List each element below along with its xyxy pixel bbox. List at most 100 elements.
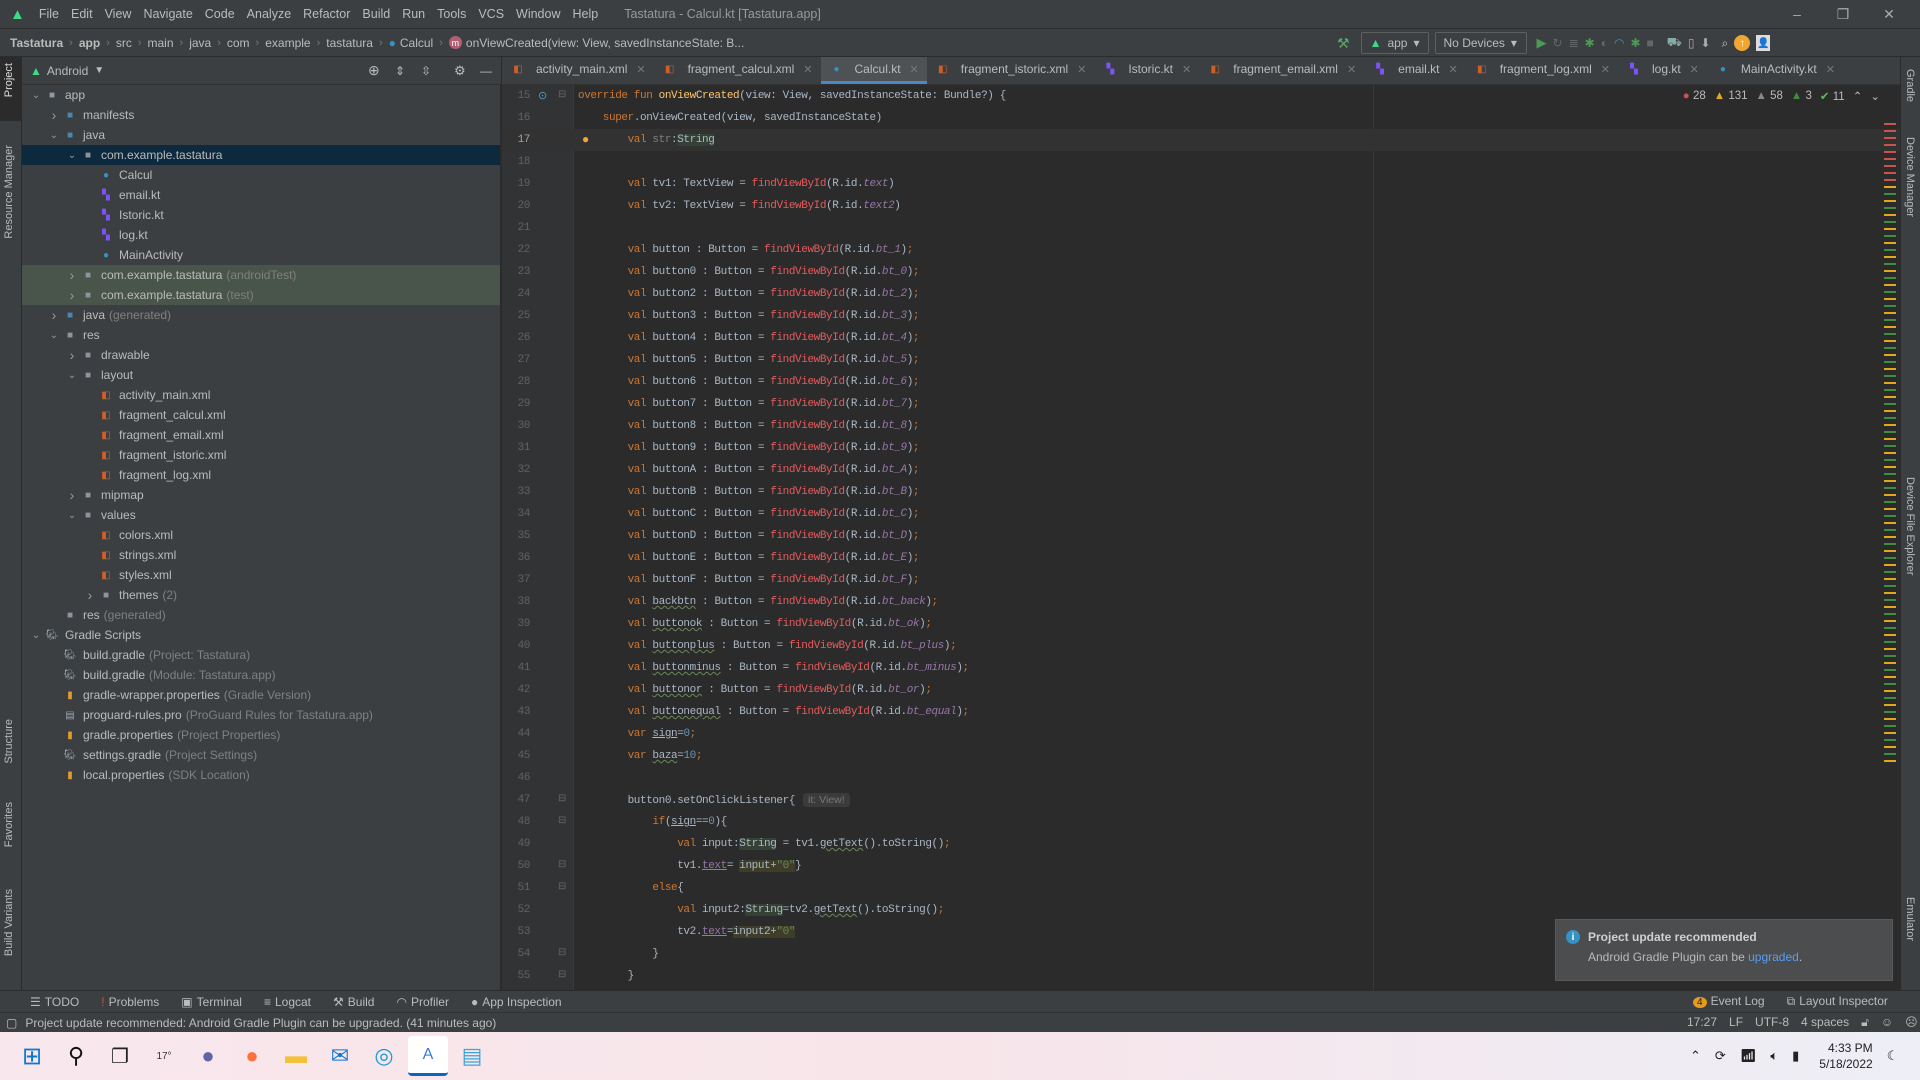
tree-item[interactable]: ⌄ 🐘︎ Gradle Scripts [22,625,500,645]
fold-icon[interactable]: ⊟ [558,969,566,980]
tree-item[interactable]: ⌄ ■ java [22,125,500,145]
tab-istoric-kt[interactable]: ▚ Istoric.kt ✕ [1094,57,1199,84]
menu-help[interactable]: Help [567,7,605,21]
menu-run[interactable]: Run [396,7,431,21]
notification-balloon[interactable]: i Project update recommended Android Gra… [1555,919,1893,981]
menu-edit[interactable]: Edit [65,7,99,21]
tab-fragment-calcul-xml[interactable]: ◧ fragment_calcul.xml ✕ [654,57,821,84]
run-config-select[interactable]: ▲ app ▾ [1360,32,1429,54]
chevron-right-icon[interactable]: › [64,287,80,303]
menu-window[interactable]: Window [510,7,566,21]
code-line[interactable]: 44 var sign=0; [502,723,1900,745]
breadcrumb-item[interactable]: ● Calcul [389,36,434,50]
smile-icon[interactable]: ☺ [1881,1015,1893,1030]
stop-icon[interactable]: ■ [1647,32,1654,54]
tree-item[interactable]: › ■ com.example.tastatura (androidTest) [22,265,500,285]
menu-tools[interactable]: Tools [431,7,472,21]
code-line[interactable]: 47 button0.setOnClickListener{it: View! [502,789,1900,811]
mail-icon[interactable]: ✉ [320,1036,360,1076]
code-line[interactable]: 17 val str:String [502,129,1900,151]
intention-bulb-icon[interactable]: ● [582,132,589,146]
tree-item[interactable]: › ■ drawable [22,345,500,365]
code-line[interactable]: 22 val button : Button = findViewById(R.… [502,239,1900,261]
fold-icon[interactable]: ⊟ [558,859,566,870]
code-line[interactable]: 31 val button9 : Button = findViewById(R… [502,437,1900,459]
tool-resource-manager[interactable]: Resource Manager [3,145,15,239]
breadcrumb-item[interactable]: app [79,36,100,50]
previous-highlight-icon[interactable]: ⌃ [1853,89,1863,103]
close-tab-icon[interactable]: ✕ [1601,63,1610,76]
search-icon[interactable]: ⌕ [1722,32,1729,54]
breadcrumb-item[interactable]: example [265,36,310,50]
code-line[interactable]: 35 val buttonD : Button = findViewById(R… [502,525,1900,547]
next-highlight-icon[interactable]: ⌄ [1870,89,1880,103]
file-explorer-icon[interactable]: ▬ [276,1036,316,1076]
fold-icon[interactable]: ⊟ [558,881,566,892]
fold-icon[interactable]: ⊟ [558,793,566,804]
breadcrumb-item[interactable]: src [116,36,132,50]
close-tab-icon[interactable]: ✕ [1077,63,1086,76]
profiler-icon[interactable]: ◠ [1614,32,1624,54]
tree-item[interactable]: ● Calcul [22,165,500,185]
fold-icon[interactable]: ⊟ [558,947,566,958]
sync-icon[interactable]: ⟳ [1715,1048,1726,1064]
run-icon[interactable]: ▶ [1537,32,1547,54]
tree-item[interactable]: ◧ fragment_email.xml [22,425,500,445]
chevron-down-icon[interactable]: ⌄ [28,630,44,641]
code-line[interactable]: 24 val button2 : Button = findViewById(R… [502,283,1900,305]
device-manager-icon[interactable]: ▯ [1688,32,1695,54]
breadcrumb-item[interactable]: main [148,36,174,50]
upgrade-link[interactable]: upgraded [1748,950,1799,964]
tool-gradle[interactable]: Gradle [1904,69,1916,102]
chevron-right-icon[interactable]: › [64,267,80,283]
tool-project[interactable]: Project [3,63,15,97]
menu-view[interactable]: View [99,7,138,21]
apply-changes-icon[interactable]: ↻ [1553,32,1563,54]
code-line[interactable]: 23 val button0 : Button = findViewById(R… [502,261,1900,283]
collapse-all-icon[interactable]: ⇳ [421,64,431,78]
code-line[interactable]: 42 val buttonor : Button = findViewById(… [502,679,1900,701]
fold-icon[interactable]: ⊟ [558,815,566,826]
wifi-icon[interactable]: 📶︎ [1740,1048,1757,1064]
tree-item[interactable]: › ■ com.example.tastatura (test) [22,285,500,305]
menu-vcs[interactable]: VCS [472,7,510,21]
expand-all-icon[interactable]: ⇕ [395,64,405,78]
sync-gradle-icon[interactable]: ⛟ [1667,32,1682,54]
project-view-select[interactable]: Android [47,64,88,78]
chevron-right-icon[interactable]: › [64,487,80,503]
tree-item[interactable]: ● MainActivity [22,245,500,265]
build-hammer-icon[interactable]: ⚒ [1337,32,1350,54]
edge-icon[interactable]: ◎ [364,1036,404,1076]
tool-todo[interactable]: ☰ TODO [30,995,79,1009]
chevron-right-icon[interactable]: › [64,347,80,363]
tree-item[interactable]: › ■ mipmap [22,485,500,505]
caret-position[interactable]: 17:27 [1687,1015,1717,1030]
code-line[interactable]: 45 var baza=10; [502,745,1900,767]
code-editor[interactable]: 15 override fun onViewCreated(view: View,… [502,85,1900,990]
chevron-down-icon[interactable]: ⌄ [28,90,44,101]
code-line[interactable]: 51 else{ [502,877,1900,899]
code-line[interactable]: 46 [502,767,1900,789]
tool-build[interactable]: ⚒ Build [333,995,374,1009]
tool-emulator[interactable]: Emulator [1904,897,1916,941]
tree-item[interactable]: ⌄ ■ app [22,85,500,105]
code-line[interactable]: 16 super.onViewCreated(view, savedInstan… [502,107,1900,129]
tree-item[interactable]: ◧ fragment_istoric.xml [22,445,500,465]
tool-favorites[interactable]: Favorites [3,802,15,847]
volume-icon[interactable]: 🔈︎ [1770,1048,1778,1064]
tree-item[interactable]: ◧ colors.xml [22,525,500,545]
hide-icon[interactable]: — [480,64,492,78]
inspection-widget[interactable]: ● 28 ▲ 131 ▲ 58 ▲ 3 ✔ 11 ⌃ ⌄ [1683,89,1880,103]
tree-item[interactable]: ⌄ ■ com.example.tastatura [22,145,500,165]
status-message[interactable]: Project update recommended: Android Grad… [25,1016,496,1030]
code-line[interactable]: 21 [502,217,1900,239]
code-line[interactable]: 48 if(sign==0){ [502,811,1900,833]
menu-build[interactable]: Build [356,7,396,21]
tree-item[interactable]: › ■ java (generated) [22,305,500,325]
restore-button[interactable]: ❐ [1820,0,1866,28]
code-line[interactable]: 27 val button5 : Button = findViewById(R… [502,349,1900,371]
close-tab-icon[interactable]: ✕ [1690,63,1699,76]
apply-code-changes-icon[interactable]: ≣ [1569,32,1579,54]
fold-icon[interactable]: ⊟ [558,89,566,100]
tree-item[interactable]: ▮ gradle-wrapper.properties (Gradle Versio… [22,685,500,705]
